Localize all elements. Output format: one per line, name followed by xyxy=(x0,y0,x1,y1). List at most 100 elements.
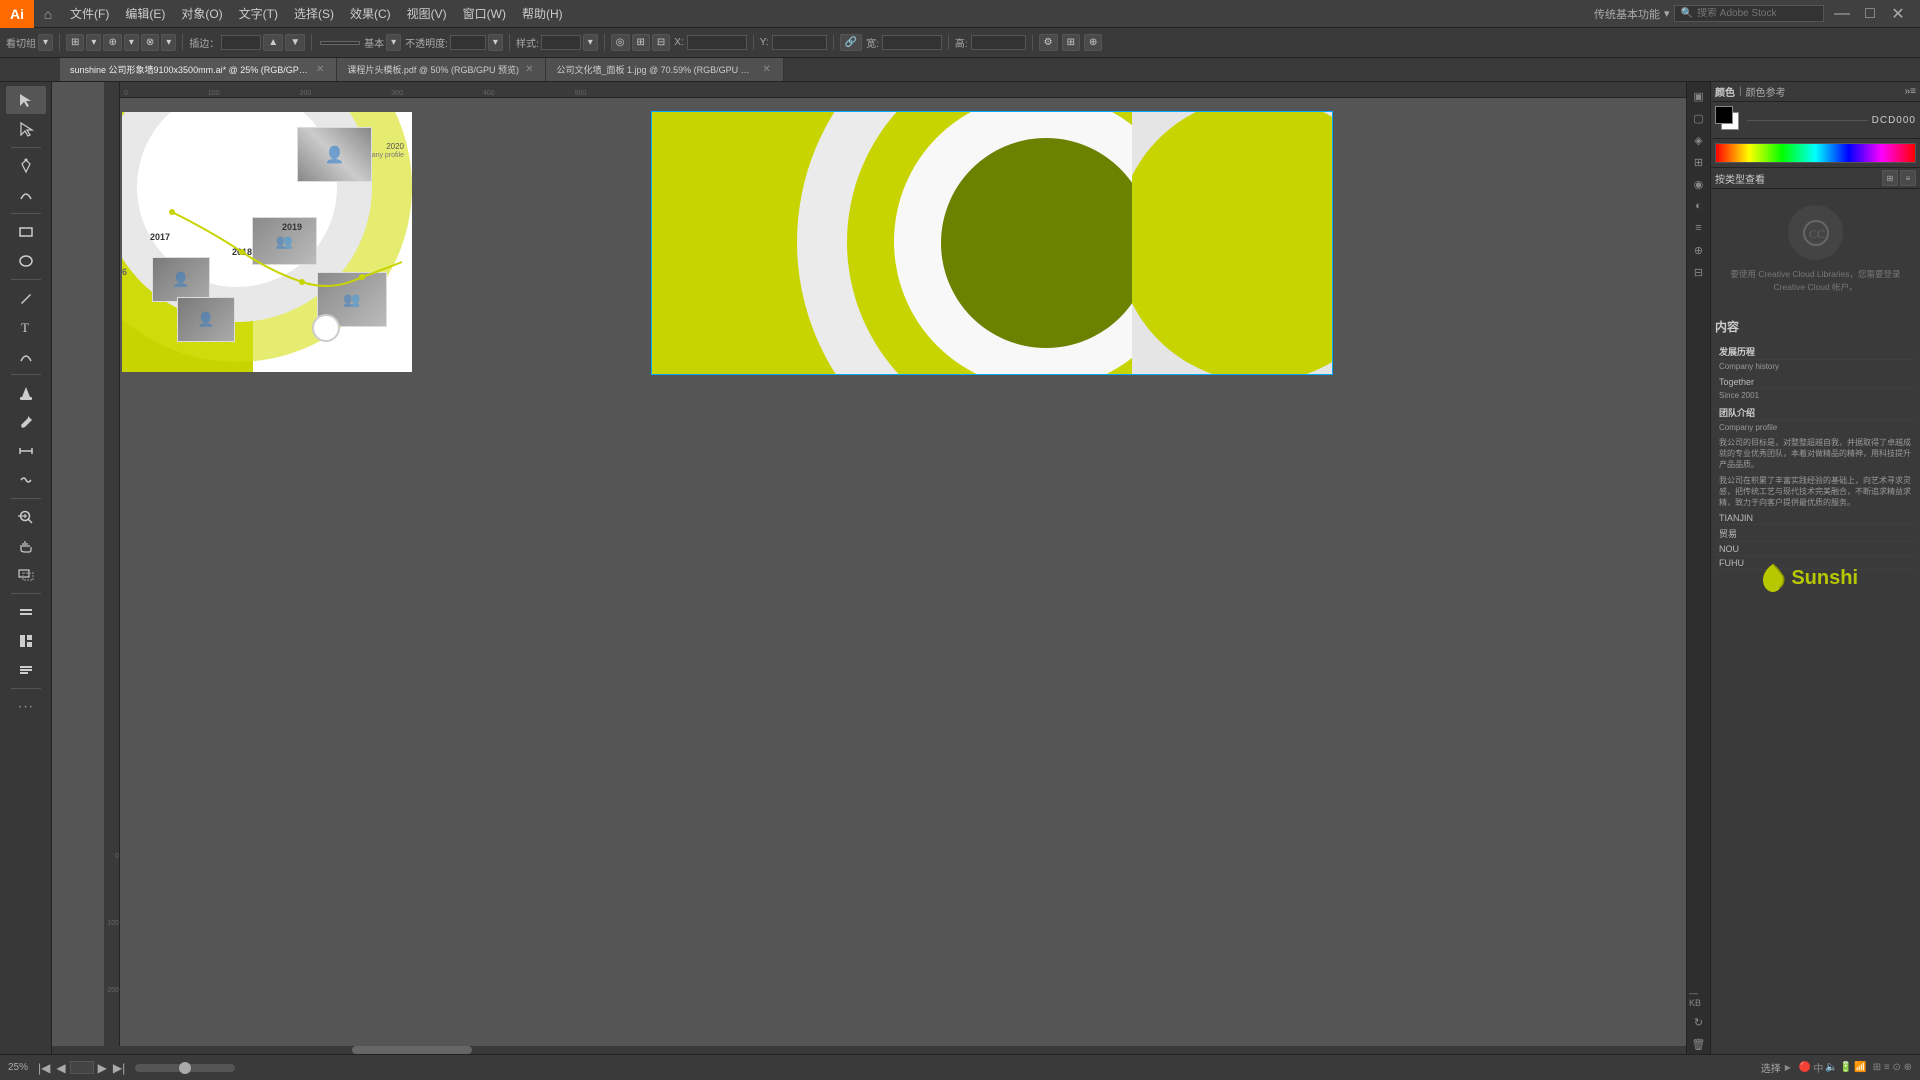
y-input[interactable]: 175.001 xyxy=(772,35,827,50)
tab-1-close[interactable]: ✕ xyxy=(523,64,535,75)
menu-view[interactable]: 视图(V) xyxy=(399,0,455,27)
library-tool[interactable] xyxy=(6,656,46,684)
more-tools[interactable]: ··· xyxy=(6,693,46,721)
grid-icon-btn[interactable]: ⊞ xyxy=(632,34,650,51)
menu-select[interactable]: 选择(S) xyxy=(286,0,342,27)
menu-window[interactable]: 窗口(W) xyxy=(455,0,514,27)
close-button[interactable]: ✕ xyxy=(1884,0,1912,28)
type-tool[interactable]: T xyxy=(6,313,46,341)
ri-opacity-btn[interactable]: ◐ xyxy=(1689,196,1709,216)
fill-tool[interactable] xyxy=(6,379,46,407)
top-right-area: 传统基本功能 ▾ 🔍 — □ ✕ xyxy=(1594,0,1920,28)
tool-btn-5[interactable]: ⊗ xyxy=(141,34,159,51)
h-input[interactable]: 350.001 xyxy=(971,35,1026,50)
x-input[interactable]: 456.65 mm xyxy=(687,35,747,50)
hand-tool[interactable] xyxy=(6,532,46,560)
view-button[interactable]: ▾ xyxy=(38,34,53,51)
pen-tool[interactable] xyxy=(6,152,46,180)
tab-2[interactable]: 公司文化墙_面板 1.jpg @ 70.59% (RGB/GPU 预览) ✕ xyxy=(546,58,783,82)
progress-bar[interactable] xyxy=(135,1064,235,1072)
workspace-label: 传统基本功能 xyxy=(1594,6,1660,22)
tab-0-close[interactable]: ✕ xyxy=(314,64,326,75)
artboard-tool[interactable] xyxy=(6,561,46,589)
ri-stroke-btn[interactable]: ▢ xyxy=(1689,108,1709,128)
ri-link-btn[interactable]: ⊕ xyxy=(1689,240,1709,260)
canvas-area[interactable]: 0 100 200 300 400 500 0 100 200 2020 xyxy=(52,82,1686,1054)
arrange-btn[interactable]: ⊞ xyxy=(1062,34,1080,51)
next-page-btn[interactable]: ▶ xyxy=(96,1061,109,1075)
measure-tool[interactable] xyxy=(6,437,46,465)
search-input[interactable] xyxy=(1697,8,1817,19)
circle-icon-btn[interactable]: ◎ xyxy=(611,34,630,51)
artboard-right[interactable] xyxy=(652,112,1332,374)
status-expand[interactable]: ▶ xyxy=(1785,1063,1791,1072)
rect-tool[interactable] xyxy=(6,218,46,246)
last-page-btn[interactable]: ▶| xyxy=(111,1061,127,1075)
zoom-tool[interactable] xyxy=(6,503,46,531)
ri-fill-btn[interactable]: ▣ xyxy=(1689,86,1709,106)
opacity-expand[interactable]: ▾ xyxy=(488,34,503,51)
tool-btn-2[interactable]: ▾ xyxy=(86,34,101,51)
ri-refresh-btn[interactable]: ↻ xyxy=(1689,1012,1709,1032)
tab-2-close[interactable]: ✕ xyxy=(760,64,772,75)
h-scrollbar-thumb[interactable] xyxy=(352,1046,472,1054)
more-btn[interactable]: ⊕ xyxy=(1084,34,1102,51)
tool-btn-1[interactable]: ⊞ xyxy=(66,34,84,51)
arc-tool[interactable] xyxy=(6,342,46,370)
style-expand[interactable]: ▾ xyxy=(583,34,598,51)
tool-btn-3[interactable]: ⊕ xyxy=(103,34,121,51)
menu-text[interactable]: 文字(T) xyxy=(231,0,286,27)
insert-up[interactable]: ▲ xyxy=(263,34,283,51)
tool-btn-4[interactable]: ▾ xyxy=(124,34,139,51)
search-icon: 🔍 xyxy=(1681,8,1693,19)
page-input[interactable]: 1 xyxy=(70,1061,94,1074)
home-icon[interactable]: ⌂ xyxy=(34,0,62,28)
tool-btn-6[interactable]: ▾ xyxy=(161,34,176,51)
warp-tool[interactable] xyxy=(6,466,46,494)
ri-delete-btn[interactable]: 🗑 xyxy=(1689,1034,1709,1054)
curvature-tool[interactable] xyxy=(6,181,46,209)
menu-object[interactable]: 对象(O) xyxy=(173,0,230,27)
menu-edit[interactable]: 编辑(E) xyxy=(117,0,173,27)
w-input[interactable]: 913.3 mm xyxy=(882,35,942,50)
opacity-input[interactable]: 100% xyxy=(450,35,486,50)
tab-0[interactable]: sunshine 公司形象墙9100x3500mm.ai* @ 25% (RGB… xyxy=(60,58,337,82)
menu-file[interactable]: 文件(F) xyxy=(62,0,117,27)
grid-view-btn[interactable]: ⊞ xyxy=(1882,170,1898,186)
first-page-btn[interactable]: |◀ xyxy=(36,1061,52,1075)
layers-icon[interactable] xyxy=(6,598,46,626)
insert-down[interactable]: ▼ xyxy=(285,34,305,51)
style-input[interactable] xyxy=(541,35,581,50)
transform-btn[interactable]: ⚙ xyxy=(1039,34,1058,51)
color-spectrum[interactable] xyxy=(1715,143,1916,163)
h-scrollbar[interactable] xyxy=(52,1046,1686,1054)
ellipse-tool[interactable] xyxy=(6,247,46,275)
select-tool[interactable] xyxy=(6,86,46,114)
direct-select-tool[interactable] xyxy=(6,115,46,143)
prev-page-btn[interactable]: ◀ xyxy=(54,1061,67,1075)
color-panel-menu[interactable]: ≡ xyxy=(1910,86,1916,97)
opacity-group: 不透明度: 100% ▾ xyxy=(405,34,510,51)
link-btn[interactable]: 🔗 xyxy=(840,34,862,51)
menu-effects[interactable]: 效果(C) xyxy=(342,0,399,27)
minimize-button[interactable]: — xyxy=(1828,0,1856,28)
insert-input[interactable] xyxy=(221,35,261,50)
maximize-button[interactable]: □ xyxy=(1856,0,1884,28)
tray-icon-5: 📶 xyxy=(1854,1062,1866,1073)
window-controls: — □ ✕ xyxy=(1828,0,1912,28)
progress-thumb[interactable] xyxy=(179,1062,191,1074)
eyedropper-tool[interactable] xyxy=(6,408,46,436)
align-icon-btn[interactable]: ⊟ xyxy=(652,34,670,51)
ri-artboard-btn[interactable]: ⊟ xyxy=(1689,262,1709,282)
ri-gradient-btn[interactable]: ◈ xyxy=(1689,130,1709,150)
stroke-select[interactable]: ▾ xyxy=(386,34,401,51)
template-tool[interactable] xyxy=(6,627,46,655)
menu-help[interactable]: 帮助(H) xyxy=(514,0,571,27)
ri-color-btn[interactable]: ◉ xyxy=(1689,174,1709,194)
ri-align-btn[interactable]: ≡ xyxy=(1689,218,1709,238)
pencil-tool[interactable] xyxy=(6,284,46,312)
tab-1[interactable]: 课程片头模板.pdf @ 50% (RGB/GPU 预览) ✕ xyxy=(337,58,546,82)
list-view-btn[interactable]: ≡ xyxy=(1900,170,1916,186)
stroke-box[interactable] xyxy=(1715,106,1733,124)
ri-pattern-btn[interactable]: ⊞ xyxy=(1689,152,1709,172)
